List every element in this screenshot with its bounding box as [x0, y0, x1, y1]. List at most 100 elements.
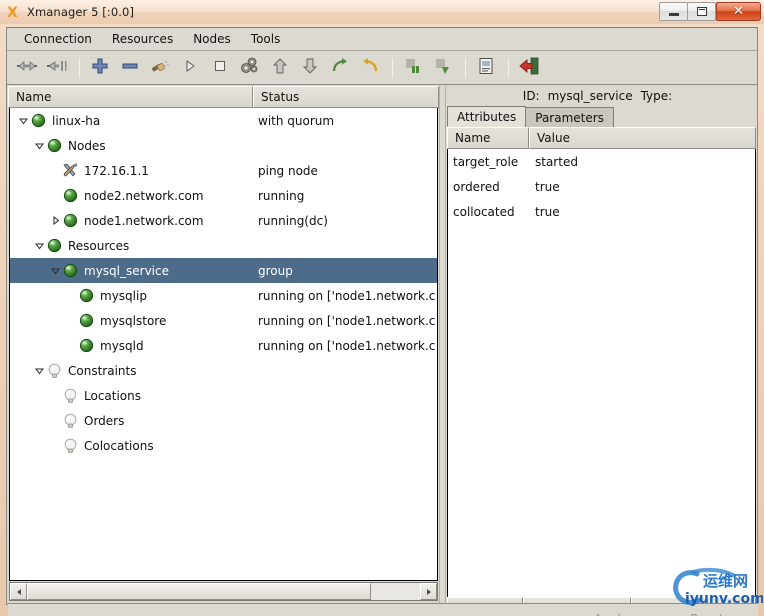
- attribute-row[interactable]: ordered true: [448, 174, 755, 199]
- twisty-empty: [64, 283, 78, 308]
- start-resource-button[interactable]: [176, 54, 204, 82]
- tree-row[interactable]: node1.network.com running(dc): [10, 208, 437, 233]
- maximize-button[interactable]: [687, 2, 716, 21]
- twisty-expanded-icon[interactable]: [32, 133, 46, 158]
- tree-row[interactable]: 172.16.1.1 ping node: [10, 158, 437, 183]
- tree-row-name: node2.network.com: [84, 188, 204, 203]
- tree-row-name: Resources: [68, 238, 130, 253]
- add-node-button[interactable]: [399, 54, 427, 82]
- twisty-collapsed-icon[interactable]: [48, 208, 62, 233]
- tree-row[interactable]: linux-ha with quorum: [10, 108, 437, 133]
- apply-button[interactable]: Apply: [566, 608, 656, 616]
- tree-row[interactable]: mysqld running on ['node1.network.c: [10, 333, 437, 358]
- tree-row[interactable]: mysqlstore running on ['node1.network.c: [10, 308, 437, 333]
- add-resource-button[interactable]: [86, 54, 114, 82]
- migrate-button[interactable]: [326, 54, 354, 82]
- resource-tree-pane: Name Status linux-ha with quorum Nodes 172.…: [8, 86, 439, 603]
- toolbar-separator: [79, 57, 80, 78]
- menu-nodes[interactable]: Nodes: [184, 30, 240, 48]
- attribute-row[interactable]: target_role started: [448, 149, 755, 174]
- tree-row-name: Orders: [84, 413, 125, 428]
- tree-column-status[interactable]: Status: [253, 86, 439, 108]
- toolbar-separator-2: [392, 57, 393, 78]
- twisty-expanded-icon[interactable]: [32, 233, 46, 258]
- tree-row-name: mysqlip: [100, 288, 147, 303]
- tree-row-name: Locations: [84, 388, 142, 403]
- twisty-expanded-icon[interactable]: [48, 258, 62, 283]
- remove-resource-button[interactable]: [116, 54, 144, 82]
- attribute-name-cell: collocated: [453, 204, 515, 219]
- attribute-column-value[interactable]: Value: [529, 127, 756, 149]
- pane-splitter[interactable]: [439, 86, 446, 603]
- scrollbar-thumb[interactable]: [27, 583, 371, 600]
- exit-button[interactable]: [515, 54, 543, 82]
- cleanup-button[interactable]: [146, 54, 174, 82]
- green-ball-icon: [78, 287, 95, 304]
- tree-column-name[interactable]: Name: [8, 86, 253, 108]
- manage-button[interactable]: [236, 54, 264, 82]
- tree-row-status: running on ['node1.network.c: [258, 288, 436, 303]
- scroll-left-button[interactable]: [10, 583, 27, 600]
- remove-node-icon: [434, 57, 452, 79]
- disconnect-button[interactable]: [43, 54, 71, 82]
- reset-button[interactable]: Reset: [662, 608, 752, 616]
- tree-row-name: mysqlstore: [100, 313, 167, 328]
- tree-row-name: mysql_service: [84, 263, 169, 278]
- attribute-row[interactable]: collocated true: [448, 199, 755, 224]
- tree-row[interactable]: node2.network.com running: [10, 183, 437, 208]
- move-down-button[interactable]: [296, 54, 324, 82]
- green-ball-icon: [78, 337, 95, 354]
- scroll-right-button[interactable]: [420, 583, 437, 600]
- tab-attributes[interactable]: Attributes: [447, 106, 527, 127]
- tree-row[interactable]: Colocations: [10, 433, 437, 458]
- start-icon: [182, 58, 198, 78]
- tree-row[interactable]: Locations: [10, 383, 437, 408]
- attribute-value-cell: true: [535, 204, 560, 219]
- title-bar: X Xmanager 5 [:0.0] ✕: [0, 0, 764, 24]
- tab-parameters[interactable]: Parameters: [525, 107, 614, 127]
- manage-gears-icon: [240, 57, 260, 79]
- tree-row[interactable]: Constraints: [10, 358, 437, 383]
- scrollbar-track[interactable]: [27, 583, 420, 600]
- cleanup-brush-icon: [150, 57, 170, 79]
- minimize-button[interactable]: [659, 2, 688, 21]
- tree-row-status: with quorum: [258, 113, 335, 128]
- attribute-value-cell: started: [535, 154, 578, 169]
- tree-row-status: running on ['node1.network.c: [258, 338, 436, 353]
- tree-row[interactable]: Orders: [10, 408, 437, 433]
- tree-row-name: node1.network.com: [84, 213, 204, 228]
- green-ball-icon: [78, 312, 95, 329]
- tree-row-name: 172.16.1.1: [84, 163, 149, 178]
- tree-row[interactable]: Resources: [10, 233, 437, 258]
- tree-row[interactable]: Nodes: [10, 133, 437, 158]
- footer-buttons: Apply Reset: [446, 604, 758, 616]
- connect-button[interactable]: [13, 54, 41, 82]
- green-ball-icon: [30, 112, 47, 129]
- tree-row[interactable]: mysql_service group: [10, 258, 437, 283]
- menu-tools[interactable]: Tools: [242, 30, 290, 48]
- tree-horizontal-scrollbar[interactable]: [9, 582, 438, 601]
- white-bulb-icon: [62, 387, 79, 404]
- attribute-column-name[interactable]: Name: [447, 127, 529, 149]
- toolbar: [7, 51, 757, 85]
- menu-resources[interactable]: Resources: [103, 30, 182, 48]
- migrate-icon: [331, 57, 349, 79]
- white-bulb-icon: [62, 412, 79, 429]
- close-button[interactable]: ✕: [716, 2, 761, 21]
- green-ball-icon: [62, 212, 79, 229]
- disconnect-icon: [46, 57, 68, 79]
- remove-node-button[interactable]: [429, 54, 457, 82]
- menu-connection[interactable]: Connection: [15, 30, 101, 48]
- twisty-expanded-icon[interactable]: [32, 358, 46, 383]
- crm-config-button[interactable]: [472, 54, 500, 82]
- attribute-rows[interactable]: target_role started ordered true collocated t…: [447, 149, 756, 616]
- move-up-button[interactable]: [266, 54, 294, 82]
- tree-row[interactable]: mysqlip running on ['node1.network.c: [10, 283, 437, 308]
- tree-row-name: Colocations: [84, 438, 154, 453]
- unmigrate-button[interactable]: [356, 54, 384, 82]
- move-up-icon: [272, 57, 288, 79]
- xmanager-x-logo-icon: X: [6, 4, 22, 20]
- twisty-expanded-icon[interactable]: [16, 108, 30, 133]
- tree-body[interactable]: linux-ha with quorum Nodes 172.16.1.1 ping n…: [9, 108, 438, 581]
- stop-resource-button[interactable]: [206, 54, 234, 82]
